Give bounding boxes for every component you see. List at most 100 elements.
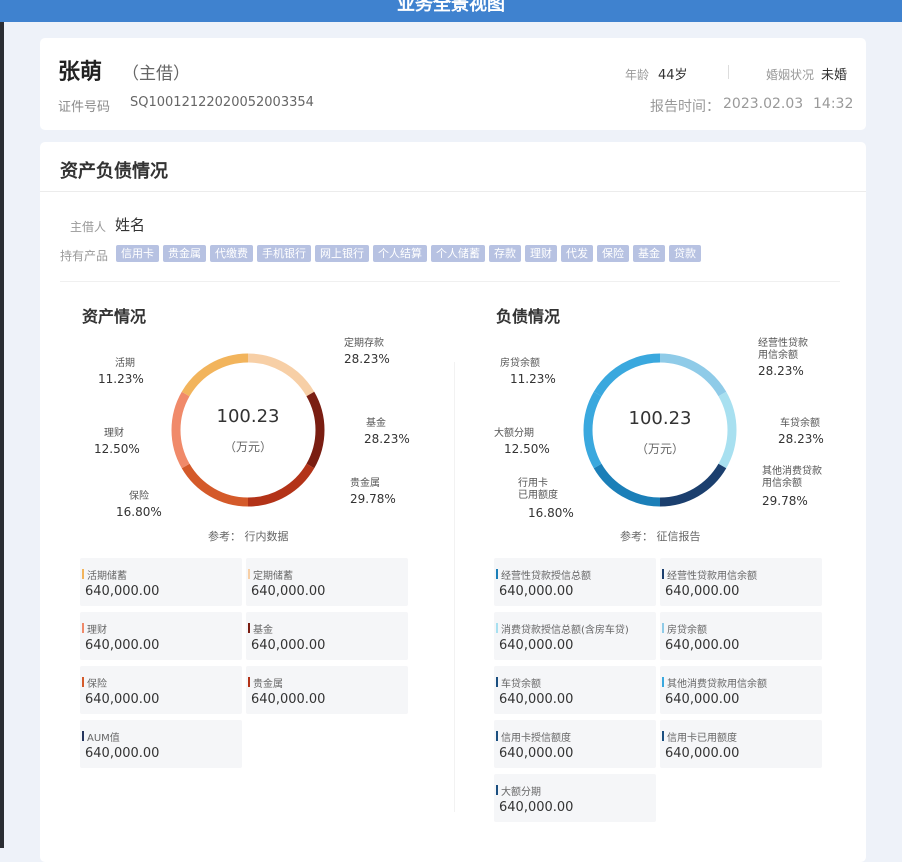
stat-color-bar xyxy=(496,623,498,633)
stat-card: 贵金属 640,000.00 xyxy=(246,666,408,714)
callout-percent: 11.23% xyxy=(98,372,144,386)
stat-label: 其他消费贷款用信余额 xyxy=(667,679,767,690)
callout-label: 保险 xyxy=(129,491,149,502)
stat-value: 640,000.00 xyxy=(85,692,160,707)
callout-label: 贵金属 xyxy=(350,478,380,489)
ring-segment-fund xyxy=(306,391,325,469)
ring-segment-other-consumer-loan xyxy=(659,463,727,507)
stat-value: 640,000.00 xyxy=(85,584,160,599)
callout-label: 定期存款 xyxy=(344,338,384,349)
callout-percent: 28.23% xyxy=(778,432,824,446)
ring-segment-installment xyxy=(583,391,602,469)
age-value: 44岁 xyxy=(658,68,688,83)
stat-color-bar xyxy=(496,785,498,795)
customer-role: （主借） xyxy=(122,64,190,84)
stat-color-bar xyxy=(248,623,250,633)
id-label: 证件号码 xyxy=(58,100,111,115)
product-tag: 网上银行 xyxy=(315,245,369,262)
callout-percent: 28.23% xyxy=(364,432,410,446)
stat-label: 定期储蓄 xyxy=(253,571,293,582)
page-header: 业务全景视图 xyxy=(0,0,902,22)
window-frame xyxy=(0,0,4,848)
callout-percent: 28.23% xyxy=(344,352,390,366)
stat-value: 640,000.00 xyxy=(499,638,574,653)
callout-label: 经营性贷款 用信余额 xyxy=(758,338,808,361)
stat-card: 定期储蓄 640,000.00 xyxy=(246,558,408,606)
products-label: 持有产品 xyxy=(60,249,109,263)
borrower-name: 姓名 xyxy=(115,216,146,234)
ring-segment-demand xyxy=(181,353,249,397)
divider xyxy=(728,65,729,79)
stat-card: 房贷余额 640,000.00 xyxy=(660,612,822,660)
assets-center-unit: （万元） xyxy=(223,440,272,454)
stat-value: 640,000.00 xyxy=(665,746,740,761)
assets-donut-chart xyxy=(171,353,325,507)
callout-label: 理财 xyxy=(104,428,124,439)
stat-label: 车贷余额 xyxy=(501,679,541,690)
callout-label: 房贷余额 xyxy=(500,358,540,369)
stat-card: 消费贷款授信总额(含房车贷) 640,000.00 xyxy=(494,612,656,660)
stat-value: 640,000.00 xyxy=(85,746,160,761)
product-tag: 理财 xyxy=(525,245,557,262)
stat-card: 理财 640,000.00 xyxy=(80,612,242,660)
stat-label: 理财 xyxy=(87,625,107,636)
stat-card: 保险 640,000.00 xyxy=(80,666,242,714)
stat-card: 信用卡已用额度 640,000.00 xyxy=(660,720,822,768)
stat-value: 640,000.00 xyxy=(251,584,326,599)
product-tag: 手机银行 xyxy=(257,245,311,262)
stat-card: 经营性贷款授信总额 640,000.00 xyxy=(494,558,656,606)
stat-color-bar xyxy=(496,731,498,741)
callout-percent: 29.78% xyxy=(350,492,396,506)
stat-color-bar xyxy=(82,677,84,687)
stat-card: 经营性贷款用信余额 640,000.00 xyxy=(660,558,822,606)
product-tag: 个人结算 xyxy=(373,245,427,262)
stat-label: 消费贷款授信总额(含房车贷) xyxy=(501,625,629,636)
stat-label: 贵金属 xyxy=(253,679,283,690)
stat-label: 房贷余额 xyxy=(667,625,707,636)
stat-label: 信用卡已用额度 xyxy=(667,733,737,744)
liabilities-reference: 参考： 征信报告 xyxy=(620,530,701,543)
stat-label: 保险 xyxy=(87,679,107,690)
product-tag: 代发 xyxy=(561,245,593,262)
product-tag: 信用卡 xyxy=(116,245,159,262)
stat-color-bar xyxy=(496,677,498,687)
stat-color-bar xyxy=(82,731,84,741)
stat-label: 经营性贷款用信余额 xyxy=(667,571,757,582)
stat-label: 信用卡授信额度 xyxy=(501,733,571,744)
stat-value: 640,000.00 xyxy=(251,638,326,653)
divider xyxy=(40,191,866,192)
callout-label: 行用卡 已用额度 xyxy=(518,478,558,501)
liabilities-center-unit: （万元） xyxy=(635,442,684,456)
divider xyxy=(60,281,840,282)
stat-value: 640,000.00 xyxy=(499,584,574,599)
stat-card: 车贷余额 640,000.00 xyxy=(494,666,656,714)
report-time-label: 报告时间： xyxy=(650,99,720,115)
stat-color-bar xyxy=(248,569,250,579)
liabilities-center-value: 100.23 xyxy=(628,408,692,429)
stat-label: 基金 xyxy=(253,625,273,636)
report-date: 2023.02.03 xyxy=(723,96,804,112)
stat-card: 基金 640,000.00 xyxy=(246,612,408,660)
callout-percent: 28.23% xyxy=(758,364,804,378)
section-title: 资产负债情况 xyxy=(60,161,168,182)
product-tag: 基金 xyxy=(633,245,665,262)
callout-label: 基金 xyxy=(366,418,386,429)
product-tag: 贵金属 xyxy=(163,245,206,262)
callout-percent: 12.50% xyxy=(94,442,140,456)
stat-color-bar xyxy=(662,677,664,687)
stat-color-bar xyxy=(662,731,664,741)
callout-percent: 16.80% xyxy=(116,505,162,519)
stat-card: AUM值 640,000.00 xyxy=(80,720,242,768)
callout-percent: 16.80% xyxy=(528,506,574,520)
stat-color-bar xyxy=(662,623,664,633)
stat-card: 信用卡授信额度 640,000.00 xyxy=(494,720,656,768)
profile-card: 张萌 （主借） 证件号码 SQ1001212202005200335​4 年龄 … xyxy=(40,38,866,130)
stat-color-bar xyxy=(82,569,84,579)
stat-value: 640,000.00 xyxy=(499,746,574,761)
ring-segment-insurance xyxy=(181,463,249,507)
assets-reference: 参考： 行内数据 xyxy=(208,530,289,543)
stat-value: 640,000.00 xyxy=(665,638,740,653)
stat-label: AUM值 xyxy=(87,733,120,744)
stat-value: 640,000.00 xyxy=(499,692,574,707)
product-tag: 贷款 xyxy=(669,245,701,262)
